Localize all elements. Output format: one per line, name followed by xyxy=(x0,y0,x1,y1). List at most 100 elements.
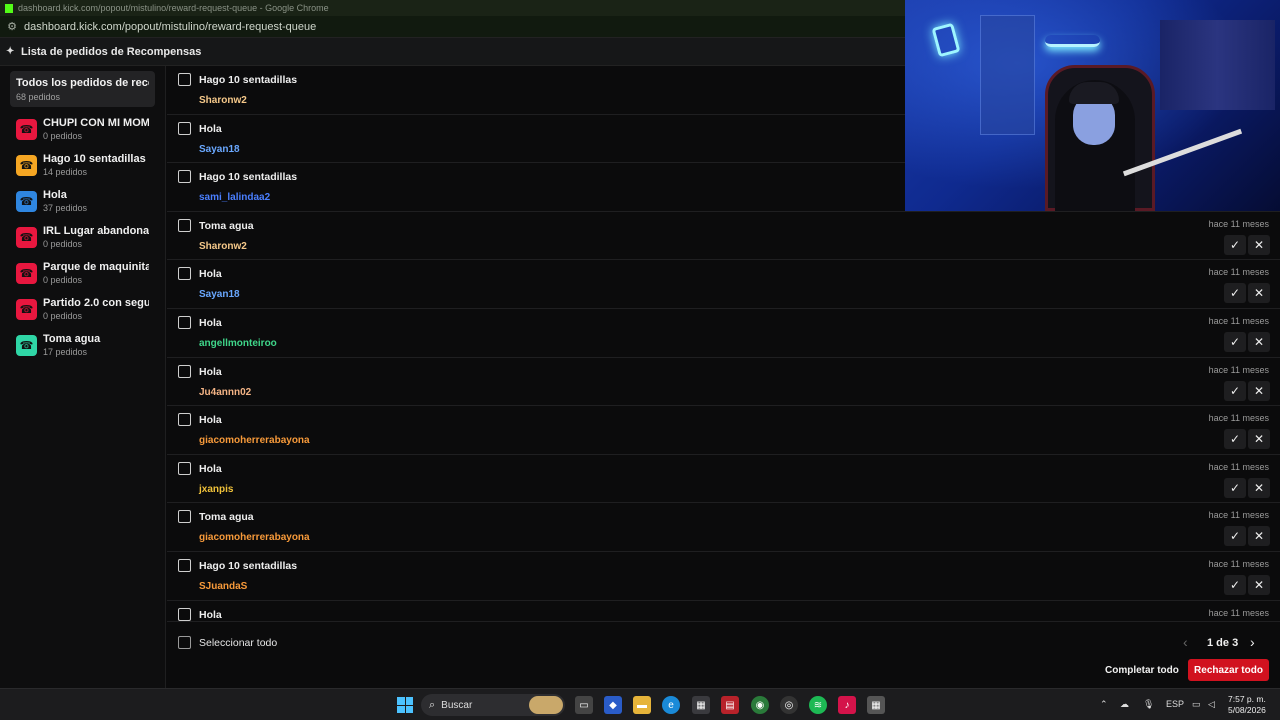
check-icon: ✓ xyxy=(1229,577,1241,592)
requester-name[interactable]: Sayan18 xyxy=(199,144,240,155)
reward-title: Toma agua xyxy=(199,219,254,232)
sidebar-item-reward[interactable]: ☎ Toma agua 17 pedidos xyxy=(10,327,155,363)
onedrive-icon[interactable]: ☁ xyxy=(1120,699,1129,710)
row-checkbox[interactable] xyxy=(178,267,191,281)
close-icon: ✕ xyxy=(1253,529,1265,544)
mic-icon[interactable]: 🎙 xyxy=(1143,699,1154,710)
requester-name[interactable]: angellmonteiroo xyxy=(199,338,277,349)
start-button[interactable] xyxy=(397,697,413,713)
edge-icon[interactable]: e xyxy=(662,696,680,714)
site-settings-icon[interactable]: ⚙ xyxy=(5,20,19,34)
accept-button[interactable]: ✓ xyxy=(1224,526,1246,547)
next-page-icon[interactable]: › xyxy=(1250,634,1255,650)
kick-logo-icon xyxy=(5,3,13,13)
taskbar-search[interactable]: ⌕ Buscar xyxy=(421,694,565,716)
task-view-icon[interactable]: ▭ xyxy=(575,696,593,714)
sidebar-item-count: 0 pedidos xyxy=(43,131,83,141)
sidebar-item-reward[interactable]: ☎ Hago 10 sentadillas 14 pedidos xyxy=(10,147,155,183)
accept-button[interactable]: ✓ xyxy=(1224,234,1246,255)
request-row: Hola angellmonteiroo hace 11 meses ✓ ✕ xyxy=(167,309,1280,358)
accept-button[interactable]: ✓ xyxy=(1224,429,1246,450)
search-highlight-icon xyxy=(529,696,563,714)
close-icon: ✕ xyxy=(1253,577,1265,592)
request-row: Hola giacomoherrerabayona hace 11 meses ✓ ✕ xyxy=(167,406,1280,455)
select-all-checkbox[interactable] xyxy=(178,636,191,649)
reject-button[interactable]: ✕ xyxy=(1248,477,1270,498)
requester-name[interactable]: SJuandaS xyxy=(199,581,247,592)
accept-button[interactable]: ✓ xyxy=(1224,283,1246,304)
row-checkbox[interactable] xyxy=(178,218,191,232)
reject-button[interactable]: ✕ xyxy=(1248,234,1270,255)
row-checkbox[interactable] xyxy=(178,461,191,475)
url-text[interactable]: dashboard.kick.com/popout/mistulino/rewa… xyxy=(24,21,316,33)
row-checkbox[interactable] xyxy=(178,170,191,184)
close-icon: ✕ xyxy=(1253,480,1265,495)
reject-all-button[interactable]: Rechazar todo xyxy=(1188,659,1269,681)
reward-title: Hola xyxy=(199,122,222,135)
row-checkbox[interactable] xyxy=(178,73,191,86)
accept-button[interactable]: ✓ xyxy=(1224,380,1246,401)
sidebar-item-label: Parque de maquinitas... xyxy=(43,261,149,273)
sidebar-item-reward[interactable]: ☎ Partido 2.0 con segui... 0 pedidos xyxy=(10,291,155,327)
chrome-icon[interactable]: ◉ xyxy=(751,696,769,714)
reject-button[interactable]: ✕ xyxy=(1248,574,1270,595)
reject-button[interactable]: ✕ xyxy=(1248,380,1270,401)
sidebar-item-all-requests[interactable]: Todos los pedidos de reco... 68 pedidos xyxy=(10,71,155,107)
accept-button[interactable]: ✓ xyxy=(1224,477,1246,498)
reject-button[interactable]: ✕ xyxy=(1248,429,1270,450)
sidebar-item-reward[interactable]: ☎ Hola 37 pedidos xyxy=(10,183,155,219)
request-row: Holahace 11 meses✓✕ xyxy=(167,601,1280,621)
request-row: Hola Sayan18 hace 11 meses ✓ ✕ xyxy=(167,260,1280,309)
requester-name[interactable]: Sayan18 xyxy=(199,289,240,300)
search-placeholder: Buscar xyxy=(441,699,473,711)
close-icon: ✕ xyxy=(1253,334,1265,349)
request-time: hace 11 meses xyxy=(1208,607,1269,618)
complete-all-button[interactable]: Completar todo xyxy=(1096,659,1188,681)
sidebar-item-reward[interactable]: ☎ Parque de maquinitas... 0 pedidos xyxy=(10,255,155,291)
calculator-icon[interactable]: ▦ xyxy=(867,696,885,714)
volume-icon[interactable]: ◁ xyxy=(1208,699,1215,710)
accept-button[interactable]: ✓ xyxy=(1224,574,1246,595)
requester-name[interactable]: Sharonw2 xyxy=(199,241,247,252)
reject-button[interactable]: ✕ xyxy=(1248,283,1270,304)
network-icon[interactable]: ▭ xyxy=(1192,699,1201,710)
reward-queue-icon: ✦ xyxy=(6,46,15,57)
row-checkbox[interactable] xyxy=(178,315,191,329)
tray-chevron-icon[interactable]: ⌃ xyxy=(1100,699,1108,710)
row-checkbox[interactable] xyxy=(178,607,191,621)
sidebar-item-reward[interactable]: ☎ CHUPI CON MI MOM 0 pedidos xyxy=(10,111,155,147)
file-explorer-icon[interactable]: ▬ xyxy=(633,696,651,714)
row-checkbox[interactable] xyxy=(178,121,191,135)
requester-name[interactable]: Sharonw2 xyxy=(199,95,247,106)
requester-name[interactable]: giacomoherrerabayona xyxy=(199,435,310,446)
tiktok-icon[interactable]: ♪ xyxy=(838,696,856,714)
row-checkbox[interactable] xyxy=(178,558,191,572)
request-row: Hago 10 sentadillas SJuandaS hace 11 meses… xyxy=(167,552,1280,601)
check-icon: ✓ xyxy=(1229,286,1241,301)
reject-button[interactable]: ✕ xyxy=(1248,331,1270,352)
obs-icon[interactable]: ◎ xyxy=(780,696,798,714)
sidebar-item-label: Partido 2.0 con segui... xyxy=(43,297,149,309)
requester-name[interactable]: Ju4annn02 xyxy=(199,387,251,398)
row-checkbox[interactable] xyxy=(178,413,191,427)
request-time: hace 11 meses xyxy=(1208,461,1269,472)
app-icon[interactable]: ▤ xyxy=(721,696,739,714)
select-all-label[interactable]: Seleccionar todo xyxy=(199,637,277,649)
request-time: hace 11 meses xyxy=(1208,558,1269,569)
accept-button[interactable]: ✓ xyxy=(1224,331,1246,352)
widgets-icon[interactable]: ◆ xyxy=(604,696,622,714)
row-checkbox[interactable] xyxy=(178,364,191,378)
prev-page-icon[interactable]: ‹ xyxy=(1183,634,1188,650)
language-indicator[interactable]: ESP xyxy=(1166,699,1184,709)
requester-name[interactable]: sami_lalindaa2 xyxy=(199,192,270,203)
reward-icon: ☎ xyxy=(16,226,37,248)
requester-name[interactable]: jxanpis xyxy=(199,484,233,495)
spotify-icon[interactable]: ≋ xyxy=(809,696,827,714)
reject-button[interactable]: ✕ xyxy=(1248,526,1270,547)
sidebar-item-label: Hago 10 sentadillas xyxy=(43,153,146,165)
system-clock[interactable]: 7:57 p. m. 5/08/2026 xyxy=(1228,694,1266,716)
store-icon[interactable]: ▦ xyxy=(692,696,710,714)
sidebar-item-reward[interactable]: ☎ IRL Lugar abandonado 0 pedidos xyxy=(10,219,155,255)
row-checkbox[interactable] xyxy=(178,510,191,524)
requester-name[interactable]: giacomoherrerabayona xyxy=(199,532,310,543)
